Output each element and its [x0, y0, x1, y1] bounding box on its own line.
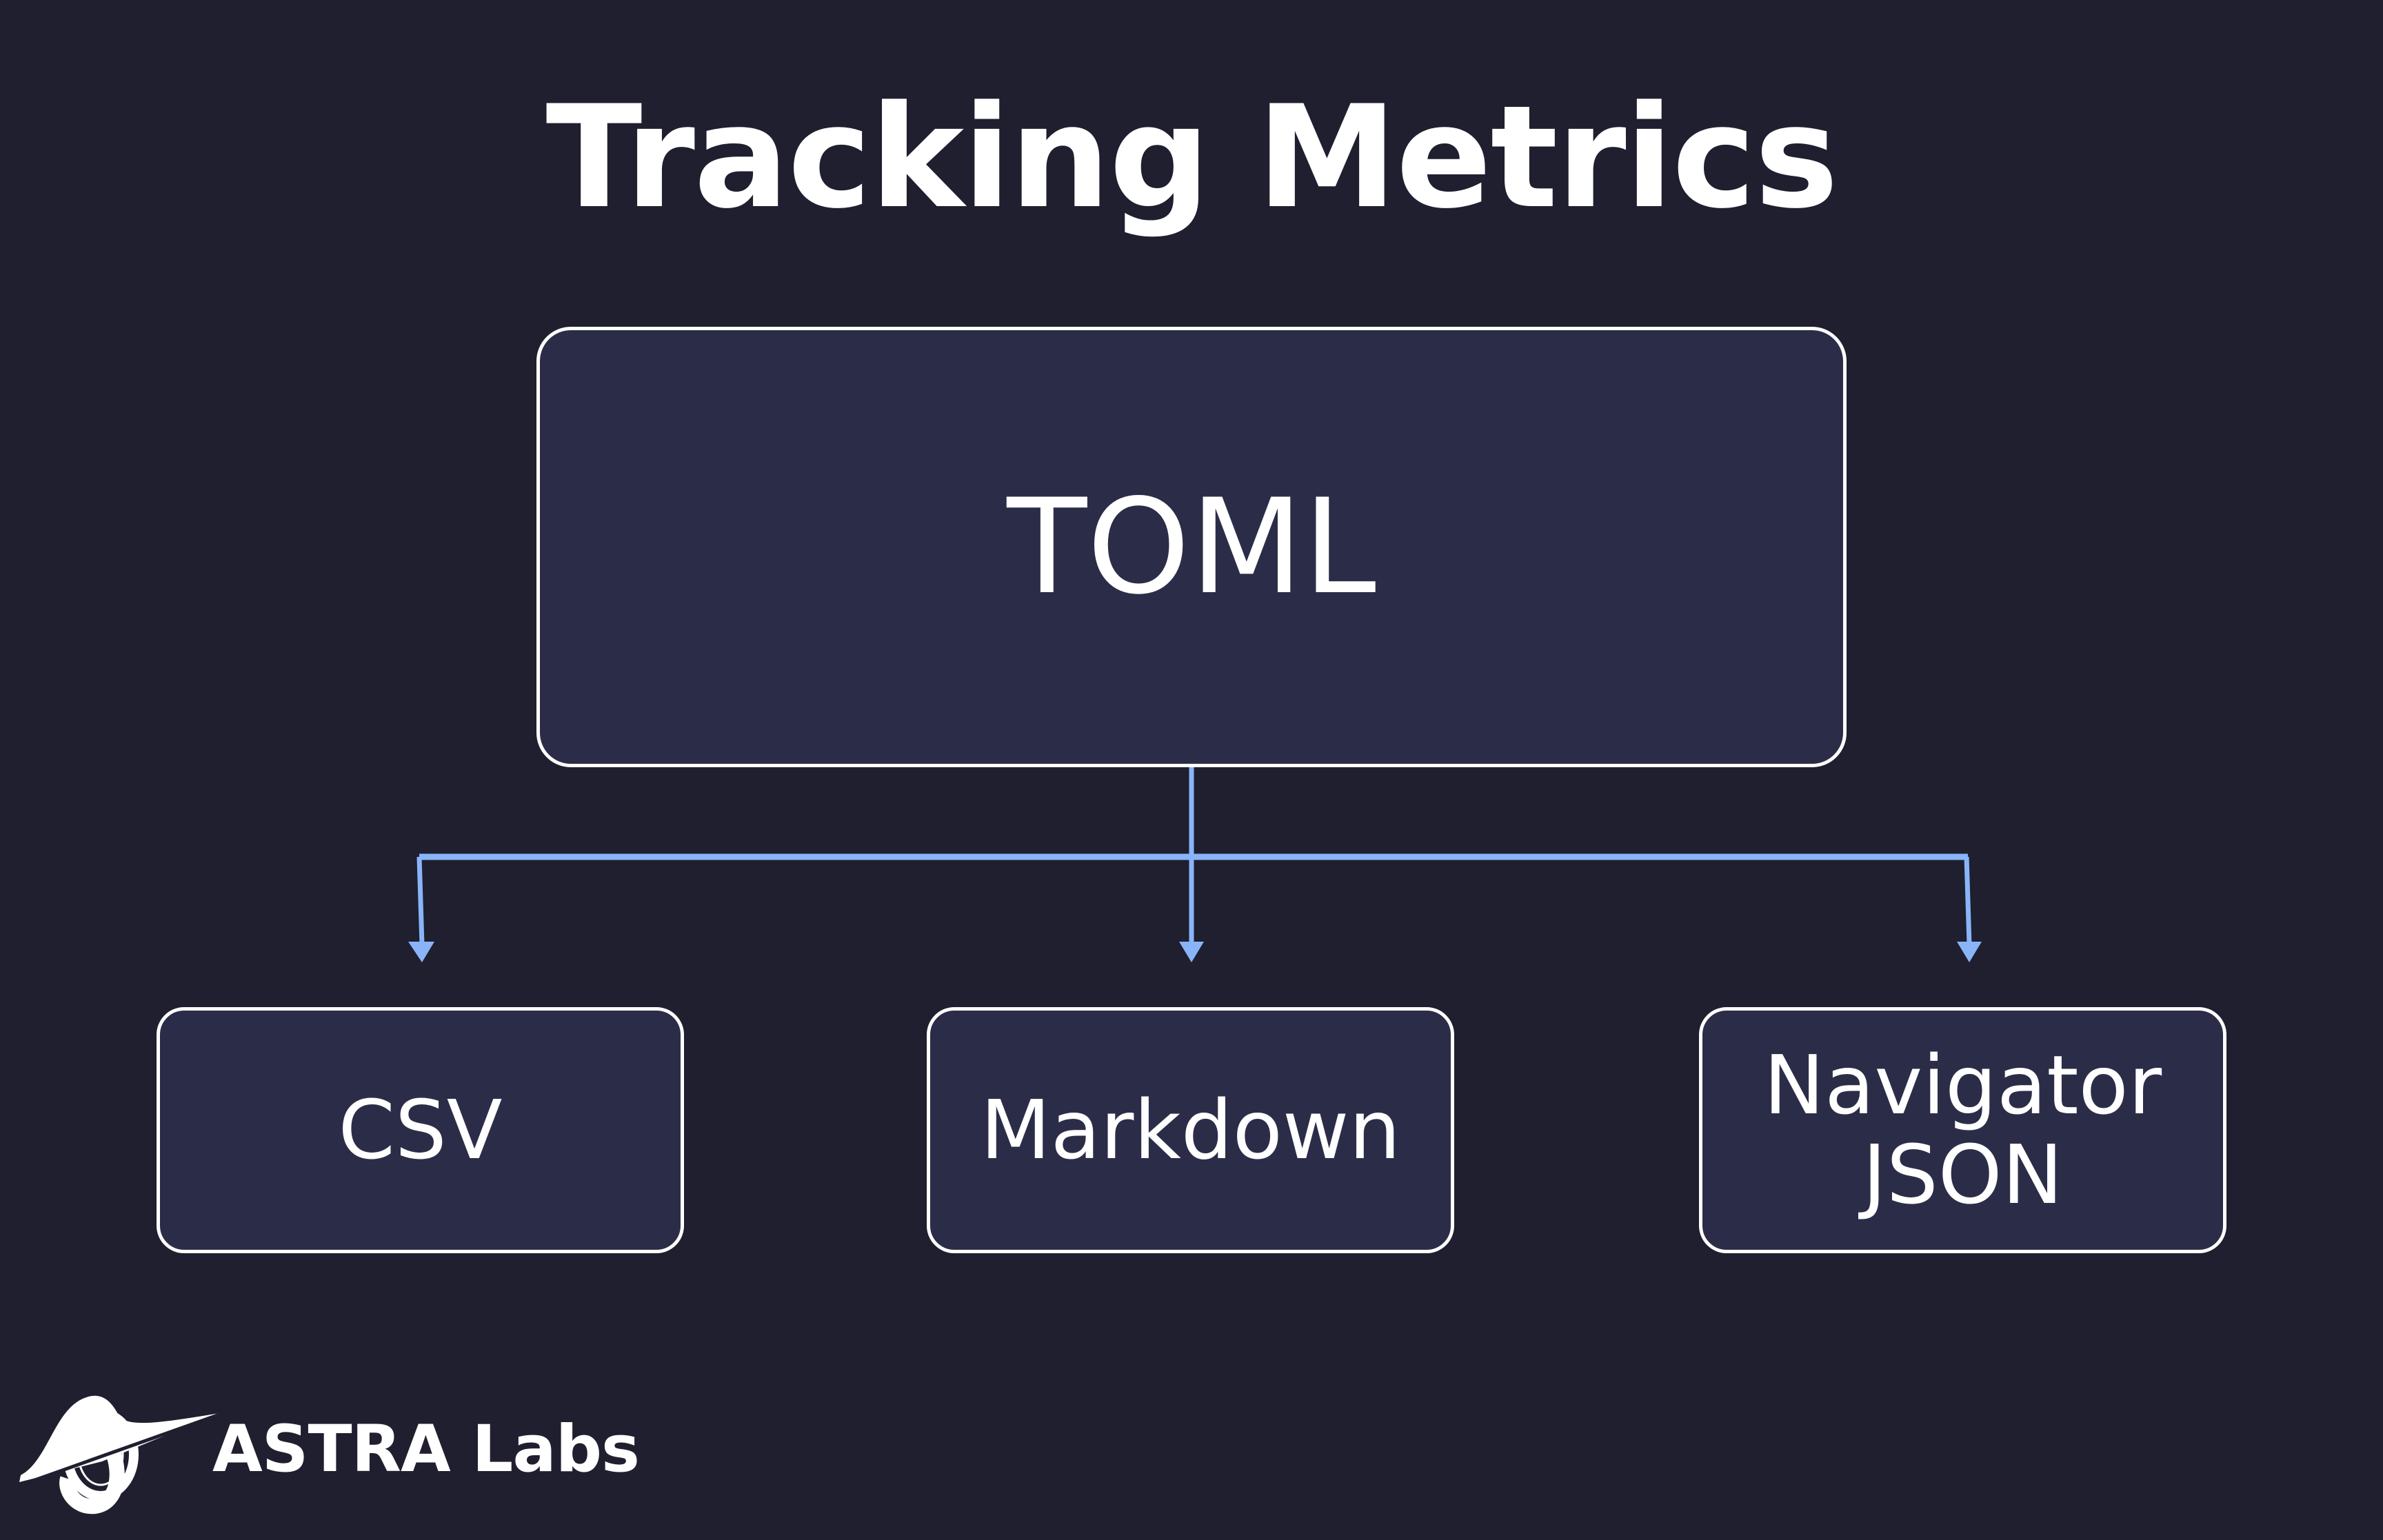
node-label-line: Navigator [1763, 1037, 2162, 1133]
node-markdown: Markdown [927, 1007, 1454, 1253]
node-csv: CSV [157, 1007, 684, 1253]
arrow-head-icon [1179, 942, 1204, 962]
connector-right [1964, 856, 1972, 945]
arrow-head-icon [1957, 942, 1982, 962]
brand-name: ASTRA Labs [212, 1412, 640, 1487]
connectors [408, 767, 1982, 962]
node-label-line: JSON [1862, 1126, 2063, 1222]
node-label: CSV [338, 1082, 503, 1177]
arrow-head-icon [408, 942, 434, 962]
node-label: Markdown [980, 1082, 1401, 1177]
node-navigator-json: Navigator JSON [1699, 1007, 2226, 1253]
astra-logo-icon [19, 1395, 219, 1514]
connector-left [416, 856, 425, 945]
